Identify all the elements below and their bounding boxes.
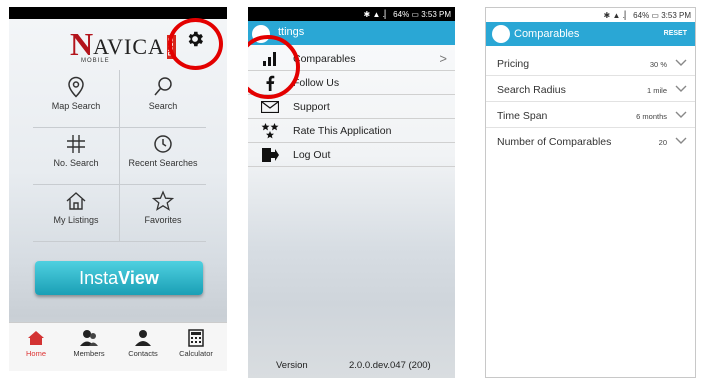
calculator-icon [188, 329, 204, 347]
settings-item-label: Follow Us [293, 76, 340, 89]
status-bar: ✱ ▲ .▏ 64% ▭ 3:53 PM [486, 8, 695, 22]
navica-logo: N AVICA PLUS [70, 26, 176, 62]
settings-item-label: Log Out [293, 148, 331, 161]
tab-calculator[interactable]: Calculator [169, 329, 223, 358]
tab-label: Calculator [179, 349, 213, 358]
menu-recent-searches[interactable]: Recent Searches [120, 127, 206, 184]
search-icon [154, 77, 172, 96]
home-button[interactable] [492, 25, 510, 43]
chevron-down-icon[interactable] [675, 109, 687, 119]
setting-number-of-comparables[interactable]: Number of Comparables 20 [486, 128, 695, 154]
bottom-tab-bar: Home Members Contacts Calculator [9, 322, 227, 371]
logo-letter-n: N [70, 26, 94, 62]
version-label: Version [276, 360, 308, 371]
comparables-screen: ✱ ▲ .▏ 64% ▭ 3:53 PM Comparables RESET P… [485, 7, 696, 378]
map-pin-icon [68, 76, 84, 98]
setting-value: 30 % [649, 60, 667, 69]
page-title: Comparables [514, 28, 580, 40]
tab-contacts[interactable]: Contacts [116, 329, 170, 358]
menu-no-search[interactable]: No. Search [33, 127, 119, 184]
menu-label: No. Search [53, 158, 99, 168]
chevron-down-icon[interactable] [675, 57, 687, 67]
version-value: 2.0.0.dev.047 (200) [349, 360, 431, 371]
settings-item-support[interactable]: Support [248, 95, 455, 119]
setting-label: Time Span [497, 110, 548, 122]
settings-item-label: Support [293, 100, 330, 113]
logo-text: AVICA [93, 34, 165, 59]
tab-members[interactable]: Members [62, 329, 116, 358]
logout-icon [260, 146, 280, 164]
menu-label: My Listings [53, 215, 99, 225]
setting-search-radius[interactable]: Search Radius 1 mile [486, 76, 695, 102]
menu-label: Recent Searches [128, 158, 198, 168]
tab-home[interactable]: Home [9, 329, 63, 358]
setting-time-span[interactable]: Time Span 6 months [486, 102, 695, 128]
menu-label: Search [148, 101, 178, 111]
menu-label: Favorites [144, 215, 182, 225]
star-icon [152, 190, 174, 211]
setting-pricing[interactable]: Pricing 30 % [486, 50, 695, 76]
members-icon [80, 330, 98, 346]
logo-subtitle: MOBILE [81, 58, 110, 64]
home-screen: N AVICA PLUS MOBILE Map Search Search No… [9, 7, 227, 371]
settings-item-label: Comparables [293, 52, 356, 65]
setting-value: 6 months [636, 112, 667, 121]
setting-value: 1 mile [646, 86, 667, 95]
stars-icon [260, 122, 280, 140]
tab-label: Members [73, 349, 105, 358]
settings-screen: ✱ ▲ .▏ 64% ▭ 3:53 PM ttings Comparables … [248, 7, 455, 378]
setting-label: Pricing [497, 58, 530, 70]
page-title: ttings [278, 26, 305, 38]
instaview-label-1: Insta [79, 267, 119, 288]
setting-label: Number of Comparables [497, 136, 612, 148]
setting-value: 20 [658, 138, 667, 147]
reset-button[interactable]: RESET [664, 30, 687, 37]
menu-my-listings[interactable]: My Listings [33, 184, 119, 241]
house-icon [66, 192, 86, 210]
contact-icon [135, 330, 151, 346]
chevron-down-icon[interactable] [675, 83, 687, 93]
instaview-label-2: View [118, 267, 159, 288]
settings-item-rate[interactable]: Rate This Application [248, 119, 455, 143]
menu-map-search[interactable]: Map Search [33, 70, 119, 127]
instaview-button[interactable]: Insta View [35, 261, 203, 295]
clock-icon [154, 135, 172, 153]
hash-icon [67, 135, 85, 153]
menu-favorites[interactable]: Favorites [120, 184, 206, 241]
chevron-right-icon: > [439, 51, 447, 66]
menu-search[interactable]: Search [120, 70, 206, 127]
tab-label: Contacts [128, 349, 158, 358]
tab-label: Home [25, 349, 46, 358]
status-bar: ✱ ▲ .▏ 64% ▭ 3:53 PM [248, 7, 455, 21]
menu-label: Map Search [51, 101, 101, 111]
highlight-circle [168, 18, 223, 70]
chevron-down-icon[interactable] [675, 135, 687, 145]
setting-label: Search Radius [497, 84, 566, 96]
home-icon [28, 331, 44, 345]
settings-item-logout[interactable]: Log Out [248, 143, 455, 167]
mail-icon [260, 98, 280, 116]
settings-item-label: Rate This Application [293, 124, 392, 137]
